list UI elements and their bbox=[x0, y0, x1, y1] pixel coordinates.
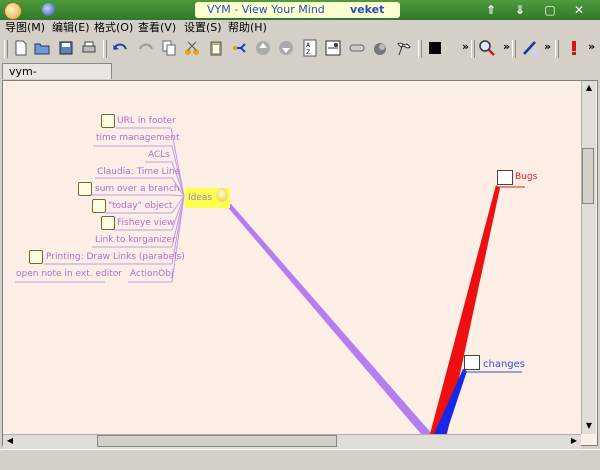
note-icon bbox=[101, 114, 115, 128]
vertical-scroll-thumb[interactable] bbox=[582, 148, 594, 204]
branch-fisheye-view[interactable]: Fisheye view bbox=[117, 218, 174, 228]
note-icon bbox=[92, 199, 106, 213]
xlink-icon bbox=[464, 355, 480, 370]
lightbulb-icon bbox=[216, 188, 228, 202]
note-icon bbox=[78, 182, 92, 196]
mindmap-links bbox=[15, 127, 525, 434]
branch-url-in-footer[interactable]: URL in footer bbox=[117, 116, 176, 126]
vertical-scrollbar[interactable] bbox=[581, 81, 596, 434]
node-changes[interactable]: changes bbox=[483, 359, 525, 370]
note-icon bbox=[101, 216, 115, 230]
branch-printing-draw-links[interactable]: Printing: Draw Links (parabels) bbox=[46, 252, 185, 262]
branch-today-object[interactable]: "today" object bbox=[108, 201, 172, 211]
branch-actionobj[interactable]: ActionObj bbox=[130, 269, 173, 279]
branch-sum-over-a-branch[interactable]: sum over a branch bbox=[95, 184, 180, 194]
scroll-left-arrow[interactable]: ◀ bbox=[4, 435, 16, 447]
branch-open-note-ext-editor[interactable]: open note in ext. editor bbox=[16, 269, 122, 279]
scroll-up-arrow[interactable]: ▲ bbox=[583, 82, 595, 94]
node-bugs[interactable]: Bugs bbox=[515, 172, 537, 182]
note-icon bbox=[29, 250, 43, 264]
branch-acls[interactable]: ACLs bbox=[148, 150, 170, 160]
branch-time-management[interactable]: time management bbox=[96, 133, 179, 143]
horizontal-scroll-thumb[interactable] bbox=[97, 435, 337, 447]
scroll-right-arrow[interactable]: ▶ bbox=[568, 435, 580, 447]
scroll-down-arrow[interactable]: ▼ bbox=[583, 420, 595, 432]
status-bar bbox=[0, 449, 600, 470]
branch-claudia-time-line[interactable]: Claudia: Time Line bbox=[97, 167, 180, 177]
xlink-icon bbox=[497, 170, 513, 185]
branch-link-to-korganizer[interactable]: Link to korganizer bbox=[95, 235, 176, 245]
